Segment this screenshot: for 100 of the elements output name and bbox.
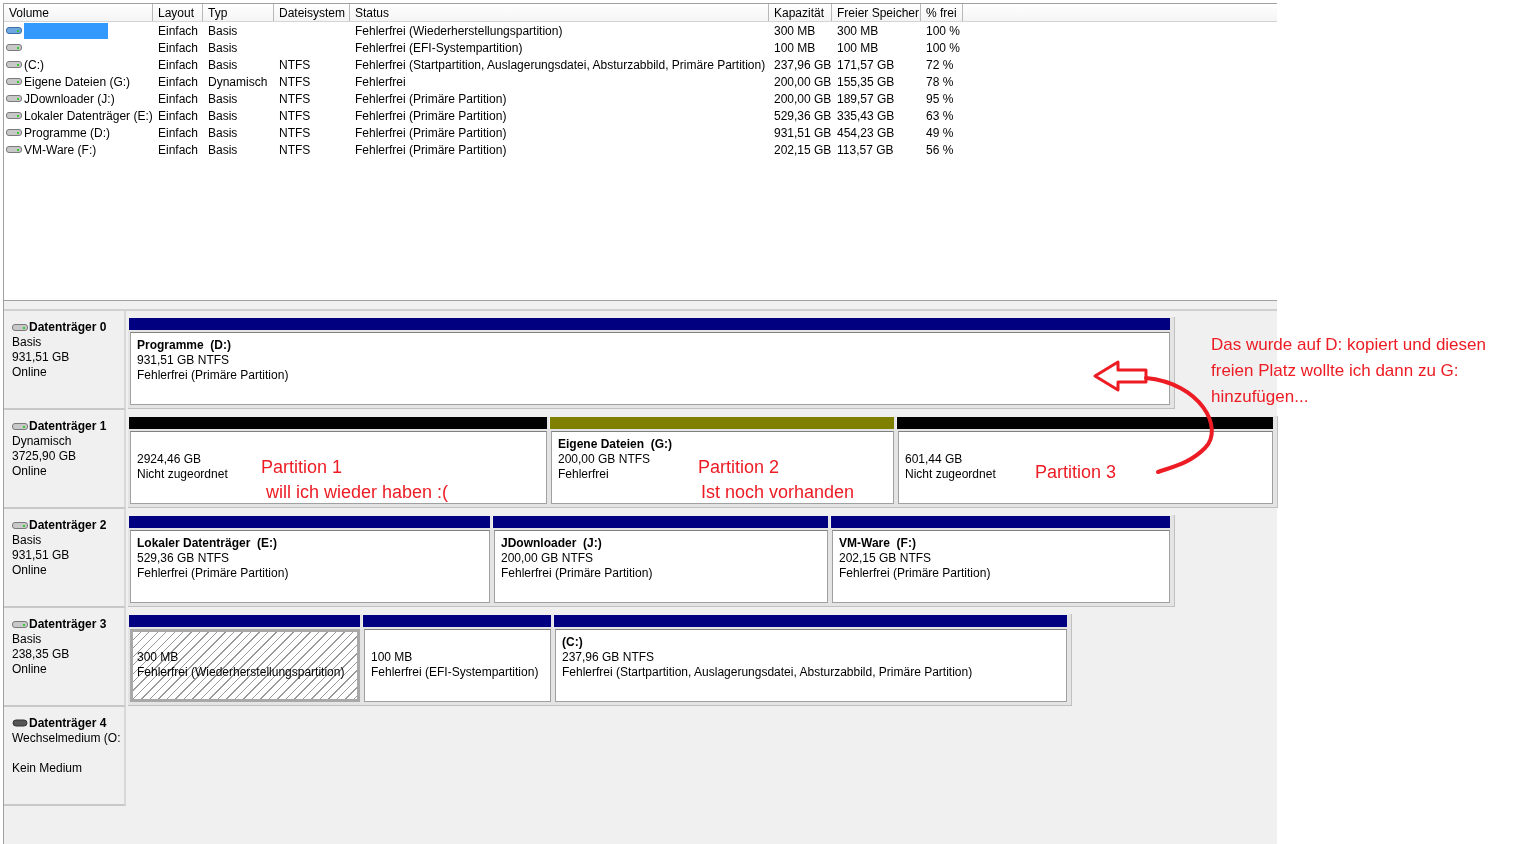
table-cell: Einfach [158,142,199,157]
table-cell: 237,96 GB [774,57,832,72]
partition-status: Nicht zugeordnet [137,467,228,481]
table-cell: Basis [208,108,238,123]
disk-label-panel[interactable]: Datenträger 2 Basis 931,51 GB Online [4,509,126,608]
partition-name: Eigene Dateien (G:) [558,437,673,451]
partition-status: Fehlerfrei (EFI-Systempartition) [371,665,539,679]
disk-type: Basis [12,632,42,646]
partition-name: (C:) [562,635,583,649]
partition-size: 100 MB [371,650,413,664]
partition-box[interactable]: VM-Ware (F:) 202,15 GB NTFS Fehlerfrei (Primäre Partition) [832,530,1170,603]
table-cell: 335,43 GB [837,108,895,123]
partition-size: 601,44 GB [905,452,963,466]
table-cell: 100 MB [837,40,879,55]
column-header[interactable]: % frei [921,4,963,21]
table-cell: Einfach [158,108,199,123]
partition-box[interactable]: Programme (D:) 931,51 GB NTFS Fehlerfrei (Primäre Partition) [130,332,1170,405]
partition-name: Lokaler Datenträger (E:) [137,536,278,550]
table-cell: 200,00 GB [774,91,832,106]
table-cell: Einfach [158,125,199,140]
disk-size: 931,51 GB [12,548,70,562]
disk-size: 3725,90 GB [12,449,77,463]
table-cell: Basis [208,91,238,106]
disk-label-panel[interactable]: Datenträger 3 Basis 238,35 GB Online [4,608,126,707]
table-cell: Basis [208,23,238,38]
disk-status: Kein Medium [12,761,83,775]
annotation-text: Partition 2 [698,456,780,479]
disk-type: Wechselmedium (O: [12,731,121,745]
table-cell: NTFS [279,74,311,89]
annotation-text: will ich wieder haben :( [266,481,449,504]
table-cell: 72 % [926,57,954,72]
volume-name: VM-Ware (F:) [24,142,97,157]
volume-name: Lokaler Datenträger (E:) [24,108,153,123]
table-cell: Basis [208,57,238,72]
disk-label-panel[interactable]: Datenträger 0 Basis 931,51 GB Online [4,311,126,410]
table-cell: 155,35 GB [837,74,895,89]
table-cell: Fehlerfrei (Primäre Partition) [355,108,507,123]
partition-box[interactable]: Lokaler Datenträger (E:) 529,36 GB NTFS Fehlerfrei (Primäre Partition) [130,530,490,603]
partition-size: 237,96 GB NTFS [562,650,655,664]
table-cell: Einfach [158,91,199,106]
table-cell: 78 % [926,74,954,89]
table-cell: Dynamisch [208,74,268,89]
partition-size: 200,00 GB NTFS [501,551,594,565]
table-cell: 300 MB [774,23,816,38]
column-header[interactable]: Freier Speicher [832,4,921,21]
disk-label-panel[interactable]: Datenträger 1 Dynamisch 3725,90 GB Online [4,410,126,509]
table-cell: Basis [208,40,238,55]
table-cell: 171,57 GB [837,57,895,72]
table-cell: 100 % [926,23,961,38]
column-header[interactable]: Typ [203,4,274,21]
partition-box[interactable]: JDownloader (J:) 200,00 GB NTFS Fehlerfrei (Primäre Partition) [494,530,828,603]
table-cell: Einfach [158,57,199,72]
partition-box[interactable]: (C:) 237,96 GB NTFS Fehlerfrei (Startpartition, Auslagerungsdatei, Absturzabbild, Primäre Partition) [555,629,1067,702]
disk-name: Datenträger 1 [29,419,107,434]
partition-status: Fehlerfrei (Primäre Partition) [501,566,653,580]
table-cell: 100 % [926,40,961,55]
partition-size: 529,36 GB NTFS [137,551,230,565]
removable-drive-icon [12,719,28,728]
disk-status: Online [12,662,47,676]
disk-type: Basis [12,335,42,349]
disk-label-panel[interactable]: Datenträger 4 Wechselmedium (O: Kein Medium [4,707,126,806]
table-cell: 529,36 GB [774,108,832,123]
annotation-text: Partition 1 [261,456,343,479]
table-cell: 113,57 GB [837,142,894,157]
table-cell: Einfach [158,74,199,89]
partition-box[interactable]: 100 MB Fehlerfrei (EFI-Systempartition) [364,629,551,702]
table-cell: NTFS [279,91,311,106]
column-header[interactable]: Kapazität [769,4,832,21]
drive-icon [12,521,28,530]
annotation-text: Partition 3 [1035,461,1117,484]
drive-icon [12,422,28,431]
disk-status: Online [12,365,47,379]
volume-name: Eigene Dateien (G:) [24,74,131,89]
partition-status: Nicht zugeordnet [905,467,996,481]
drive-icon [12,620,28,629]
table-cell: Fehlerfrei (EFI-Systempartition) [355,40,523,55]
partition-name: Programme (D:) [137,338,231,352]
column-header[interactable]: Dateisystem [274,4,350,21]
table-cell: 200,00 GB [774,74,832,89]
partition-size: 931,51 GB NTFS [137,353,230,367]
table-cell: Fehlerfrei (Wiederherstellungspartition) [355,23,563,38]
table-cell: 202,15 GB [774,142,832,157]
column-header[interactable]: Status [350,4,769,21]
table-cell: Fehlerfrei (Startpartition, Auslagerungsdatei, Absturzabbild, Primäre Partition) [355,57,766,72]
partition-status: Fehlerfrei (Primäre Partition) [137,368,289,382]
partition-size: 202,15 GB NTFS [839,551,932,565]
disk-status: Online [12,563,47,577]
table-cell: Basis [208,125,238,140]
table-cell: 56 % [926,142,954,157]
table-cell: NTFS [279,57,311,72]
partition-name: JDownloader (J:) [501,536,602,550]
partition-status: Fehlerfrei (Wiederherstellungspartition) [137,665,345,679]
splitter-bar[interactable] [4,300,1277,311]
column-header[interactable]: Layout [153,4,203,21]
column-header[interactable]: Volume [4,4,153,21]
table-cell: 49 % [926,125,954,140]
table-cell: 100 MB [774,40,816,55]
selection-highlight[interactable] [24,22,108,39]
partition-box[interactable]: 300 MB Fehlerfrei (Wiederherstellungspartition) [130,629,360,702]
partition-status: Fehlerfrei [558,467,609,481]
